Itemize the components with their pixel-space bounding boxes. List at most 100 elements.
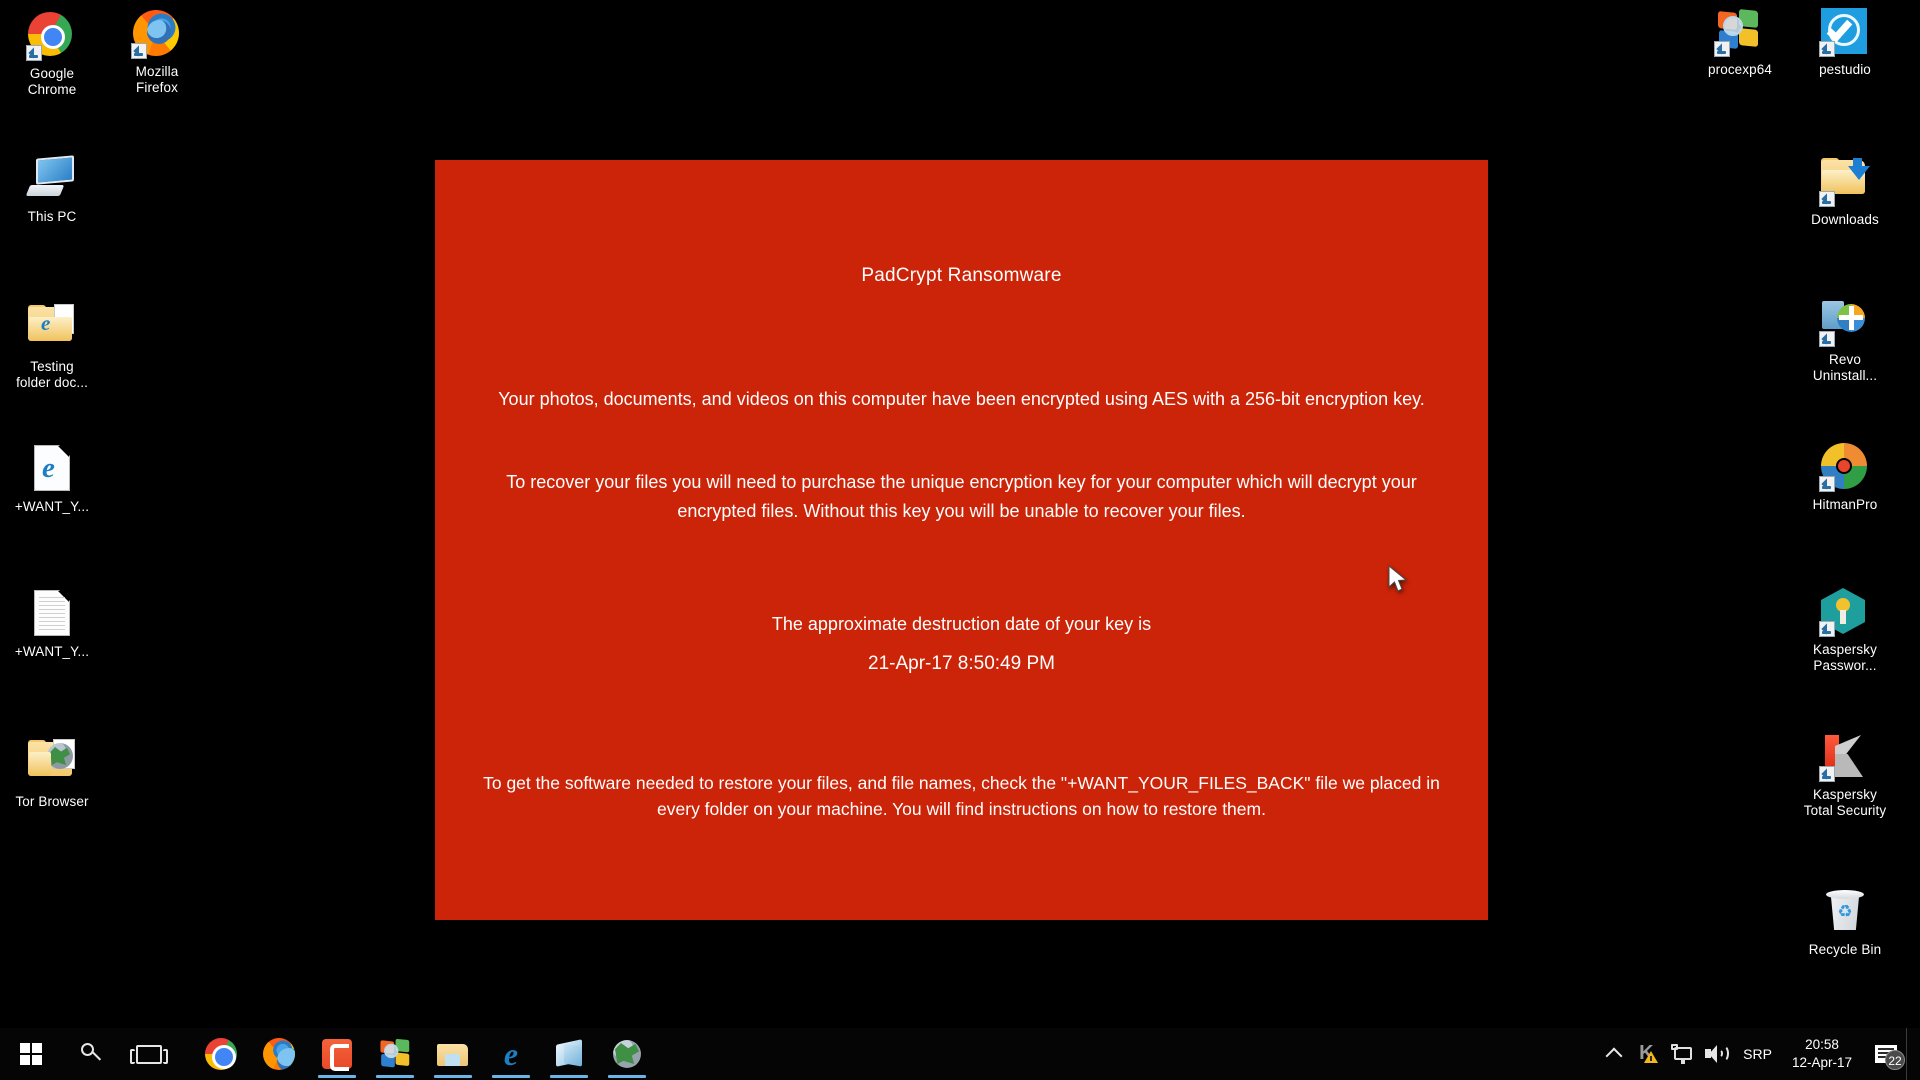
desktop-icon-kaspersky-total-security[interactable]: Kaspersky Total Security [1793, 733, 1897, 819]
chevron-up-icon [1605, 1047, 1623, 1065]
shortcut-arrow-icon [1819, 41, 1835, 57]
clock[interactable]: 20:58 12-Apr-17 [1782, 1036, 1866, 1072]
desktop-icon-recycle-bin[interactable]: ♻ Recycle Bin [1793, 888, 1897, 958]
desktop-icon-label: procexp64 [1708, 62, 1772, 77]
desktop-icon-label: Mozilla Firefox [135, 64, 179, 95]
shortcut-arrow-icon [1819, 191, 1835, 207]
desktop-icon-hitmanpro[interactable]: HitmanPro [1793, 443, 1897, 513]
taskbar-firefox[interactable] [250, 1028, 308, 1080]
speaker-icon [1704, 1043, 1730, 1065]
shortcut-arrow-icon [1819, 621, 1835, 637]
network-tray-icon[interactable] [1665, 1028, 1699, 1080]
desktop-icon-want-your-files-back-txt[interactable]: +WANT_Y... [0, 590, 104, 660]
desktop-icon-google-chrome[interactable]: Google Chrome [0, 10, 104, 98]
taskbar-file-explorer[interactable] [424, 1028, 482, 1080]
computer-icon [25, 155, 76, 203]
recycle-bin-icon: ♻ [1821, 888, 1869, 936]
clock-time: 20:58 [1805, 1037, 1839, 1052]
text-document-icon [28, 590, 76, 638]
desktop-icon-label: Tor Browser [15, 794, 89, 809]
volume-tray-icon[interactable] [1699, 1028, 1733, 1080]
ransomware-window[interactable]: PadCrypt Ransomware Your photos, documen… [435, 160, 1488, 920]
running-indicator [376, 1075, 414, 1078]
taskbar-edge[interactable]: e [482, 1028, 540, 1080]
desktop-icon-label: This PC [27, 209, 77, 224]
ransom-destruction-label: The approximate destruction date of your… [771, 614, 1152, 634]
kaspersky-k-icon [1819, 733, 1869, 782]
shortcut-arrow-icon [26, 45, 42, 61]
folder-icon: e [28, 304, 76, 353]
desktop-icon-downloads[interactable]: Downloads [1793, 153, 1897, 228]
desktop-icon-mozilla-firefox[interactable]: Mozilla Firefox [105, 10, 209, 96]
desktop-icon-label: Testing folder doc... [16, 359, 88, 390]
firefox-icon [263, 1038, 295, 1070]
desktop-icon-label: +WANT_Y... [14, 644, 90, 659]
clock-date: 12-Apr-17 [1791, 1055, 1852, 1070]
desktop[interactable]: Google Chrome Mozilla Firefox This PC e Te… [0, 0, 1920, 1080]
tor-globe-icon [613, 1040, 641, 1068]
desktop-icon-label: Kaspersky Passwor... [1813, 642, 1877, 673]
task-view-icon [130, 1044, 168, 1064]
system-tray[interactable]: K SRP 20:58 12-Apr-17 22 [1597, 1028, 1920, 1080]
kaspersky-tray-icon[interactable]: K [1631, 1028, 1665, 1080]
file-explorer-icon [437, 1041, 469, 1067]
pestudio-icon [1819, 8, 1869, 57]
desktop-icon-revo-uninstaller[interactable]: Revo Uninstall... [1793, 298, 1897, 384]
desktop-icon-this-pc[interactable]: This PC [0, 155, 104, 225]
kaspersky-key-icon [1819, 588, 1869, 637]
desktop-icon-kaspersky-password-manager[interactable]: Kaspersky Passwor... [1793, 588, 1897, 674]
camtasia-icon [322, 1039, 352, 1071]
ransom-paragraph-2: To recover your files you will need to p… [506, 472, 1417, 521]
desktop-icon-pestudio[interactable]: pestudio [1793, 8, 1897, 78]
desktop-icon-tor-browser[interactable]: Tor Browser [0, 735, 104, 810]
search-button[interactable] [62, 1028, 120, 1080]
shortcut-arrow-icon [1819, 331, 1835, 347]
ransom-paragraph-4: To get the software needed to restore yo… [483, 773, 1440, 819]
action-center-button[interactable]: 22 [1866, 1028, 1906, 1080]
start-button[interactable] [0, 1028, 62, 1080]
shortcut-arrow-icon [1819, 476, 1835, 492]
taskbar-chrome[interactable] [192, 1028, 250, 1080]
taskbar-procexp[interactable] [366, 1028, 424, 1080]
running-indicator [318, 1075, 356, 1078]
microsoft-store-icon [554, 1039, 584, 1068]
shortcut-arrow-icon [1714, 41, 1730, 57]
taskbar-tor-browser[interactable] [598, 1028, 656, 1080]
mouse-cursor [1388, 565, 1408, 592]
search-icon [80, 1043, 102, 1065]
firefox-icon [131, 10, 181, 59]
kaspersky-warning-icon: K [1637, 1043, 1659, 1065]
edge-document-icon: e [28, 445, 76, 493]
desktop-icon-label: Downloads [1811, 212, 1879, 227]
desktop-icon-label: Revo Uninstall... [1812, 352, 1878, 383]
desktop-icon-want-your-files-back-html[interactable]: e +WANT_Y... [0, 445, 104, 515]
downloads-folder-icon [1819, 158, 1870, 207]
chrome-icon [26, 12, 76, 61]
running-indicator [550, 1075, 588, 1078]
chrome-icon [205, 1038, 237, 1070]
desktop-icon-label: +WANT_Y... [14, 499, 90, 514]
folder-globe-icon [28, 739, 76, 788]
process-explorer-icon [379, 1038, 411, 1070]
ransom-title: PadCrypt Ransomware [861, 265, 1062, 286]
desktop-icon-procexp64[interactable]: procexp64 [1688, 8, 1792, 78]
input-indicator[interactable]: SRP [1733, 1046, 1782, 1062]
desktop-icon-label: Kaspersky Total Security [1803, 787, 1887, 818]
taskbar-store[interactable] [540, 1028, 598, 1080]
desktop-icon-label: Google Chrome [27, 66, 77, 97]
desktop-icon-testing-folder-doc[interactable]: e Testing folder doc... [0, 300, 104, 391]
show-hidden-icons-button[interactable] [1597, 1028, 1631, 1080]
ransom-destruction-date: 21-Apr-17 8:50:49 PM [868, 653, 1055, 674]
taskbar-camtasia[interactable] [308, 1028, 366, 1080]
network-icon [1671, 1044, 1693, 1064]
taskbar[interactable]: e K SRP 20:58 12-Apr-17 22 [0, 1028, 1920, 1080]
hitmanpro-icon [1819, 443, 1869, 492]
show-desktop-button[interactable] [1906, 1028, 1914, 1080]
ransom-paragraph-1: Your photos, documents, and videos on th… [498, 389, 1425, 409]
edge-icon: e [503, 1036, 519, 1072]
shortcut-arrow-icon [1819, 766, 1835, 782]
desktop-icon-label: Recycle Bin [1808, 942, 1882, 957]
running-indicator [434, 1075, 472, 1078]
shortcut-arrow-icon [131, 43, 147, 59]
task-view-button[interactable] [120, 1028, 178, 1080]
